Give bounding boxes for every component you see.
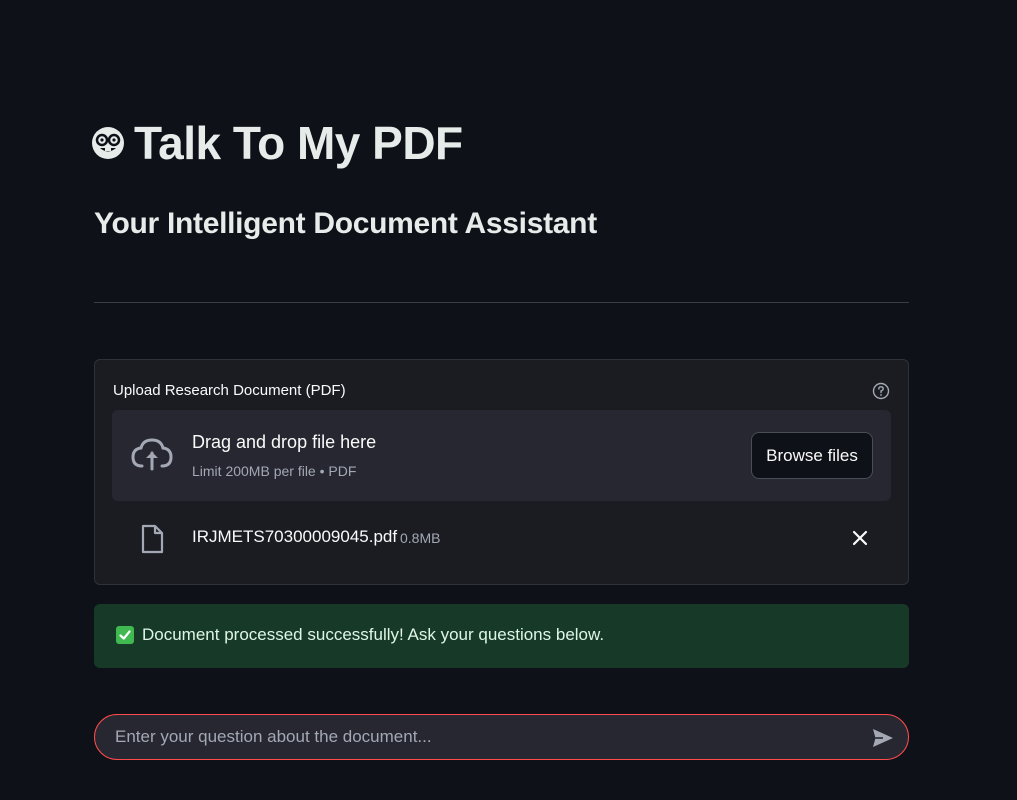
nerd-face-icon <box>90 125 126 161</box>
remove-file-button[interactable] <box>847 525 873 551</box>
dropzone-title: Drag and drop file here <box>192 432 377 452</box>
uploaded-file-row: IRJMETS70300009045.pdf 0.8MB <box>112 512 891 562</box>
send-icon <box>873 729 893 747</box>
file-icon <box>140 524 164 554</box>
dropzone[interactable]: Drag and drop file here Limit 200MB per … <box>112 410 891 501</box>
file-uploader: Upload Research Document (PDF) Drag and … <box>94 359 909 585</box>
chat-input-container <box>94 714 909 760</box>
question-circle-icon[interactable] <box>872 382 890 400</box>
page-subtitle: Your Intelligent Document Assistant <box>94 207 597 240</box>
send-button[interactable] <box>870 725 896 751</box>
title-text: Talk To My PDF <box>134 117 463 169</box>
cloud-upload-icon <box>130 436 174 474</box>
close-icon <box>852 530 868 546</box>
success-alert: Document processed successfully! Ask you… <box>94 604 909 668</box>
dropzone-limit: Limit 200MB per file • PDF <box>192 463 357 479</box>
check-box-icon <box>116 626 134 644</box>
uploader-label: Upload Research Document (PDF) <box>113 382 346 399</box>
success-message: Document processed successfully! Ask you… <box>142 625 605 644</box>
browse-files-button[interactable]: Browse files <box>751 432 873 479</box>
question-input[interactable] <box>113 715 853 759</box>
page-title: Talk To My PDF <box>90 116 463 170</box>
uploaded-file-size: 0.8MB <box>400 530 441 546</box>
uploaded-file-name: IRJMETS70300009045.pdf <box>192 527 398 546</box>
divider <box>94 302 909 303</box>
